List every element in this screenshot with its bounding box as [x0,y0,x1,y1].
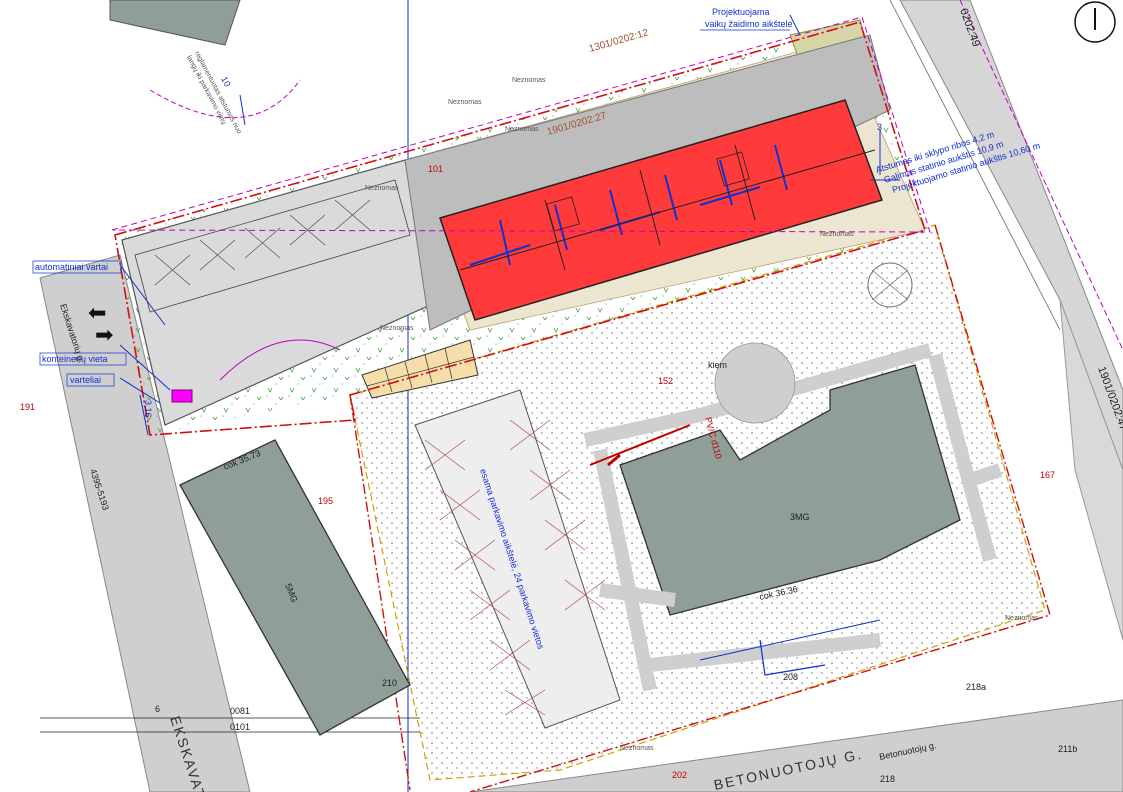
house-number: 101 [428,164,443,174]
tree-label: Neznomas [505,126,539,133]
roundabout [714,342,796,424]
wicket-label: varteliai [70,375,101,385]
house-number: 218a [966,682,986,692]
house-number: 167 [1040,470,1055,480]
site-plan-map: ⬅ ➡ Projektuojama vaikų žaidimo aikštelė… [0,0,1123,792]
tree-label: Neznomas [380,325,414,332]
grid-label-c: 0101 [230,722,250,732]
container-spot [171,389,193,403]
grid-label-b: 0081 [230,706,250,716]
roundabout-label: kiem [708,360,727,370]
gates-label: automatiniai vartai [35,262,108,272]
house-number: 191 [20,402,35,412]
tree-label: Neznomas [820,231,854,238]
house-number: 210 [382,678,397,688]
house-number: 152 [658,376,673,386]
house-number: 195 [318,496,333,506]
building-3mg-label: 3MG [790,512,810,522]
tree-label: Neznomas [1005,615,1039,622]
tree-label: Neznomas [365,185,399,192]
playground-label-2: vaikų žaidimo aikštelė [705,19,793,29]
grid-label-a: 6 [155,704,160,714]
ext-dim: 3 [877,122,882,132]
tree-label: Neznomas [448,99,482,106]
playground-label-1: Projektuojama [712,7,770,17]
tree-label: Neznomas [620,745,654,752]
house-number: 202 [672,770,687,780]
entrance-arrow-in: ➡ [95,322,113,347]
north-arrow-icon [1074,1,1116,43]
tree-label: Neznomas [512,77,546,84]
house-number: 211b [1058,744,1077,754]
house-number: 218 [880,774,895,784]
stub-left-dim: 3,16 [143,400,153,418]
house-number: 208 [783,672,798,682]
